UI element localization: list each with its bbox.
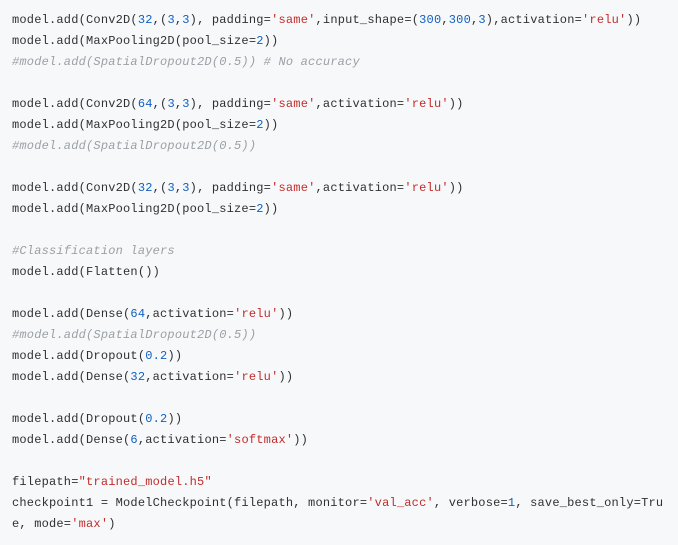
- code-token: 64: [130, 307, 145, 321]
- code-line: model.add(MaxPooling2D(pool_size=2)): [12, 202, 278, 216]
- code-token: )): [293, 433, 308, 447]
- code-block: model.add(Conv2D(32,(3,3), padding='same…: [12, 10, 666, 535]
- code-token: filepath=: [12, 475, 79, 489]
- code-token: model.add(Conv2D(: [12, 181, 138, 195]
- code-line: model.add(MaxPooling2D(pool_size=2)): [12, 34, 278, 48]
- code-token: 32: [138, 181, 153, 195]
- code-token: )): [626, 13, 641, 27]
- code-line: model.add(MaxPooling2D(pool_size=2)): [12, 118, 278, 132]
- code-line: model.add(Dense(6,activation='softmax')): [12, 433, 308, 447]
- code-token: 'relu': [582, 13, 626, 27]
- code-line: model.add(Dense(64,activation='relu')): [12, 307, 293, 321]
- code-line: model.add(Flatten()): [12, 265, 160, 279]
- code-token: 'relu': [404, 97, 448, 111]
- code-token: ), padding=: [190, 13, 271, 27]
- code-line: model.add(Conv2D(32,(3,3), padding='same…: [12, 13, 641, 27]
- code-token: model.add(Dropout(: [12, 412, 145, 426]
- code-token: checkpoint1 = ModelCheckpoint(filepath, …: [12, 496, 367, 510]
- code-token: ): [108, 517, 115, 531]
- code-token: )): [264, 118, 279, 132]
- code-token: model.add(Dropout(: [12, 349, 145, 363]
- code-token: 0.2: [145, 412, 167, 426]
- code-token: 3: [167, 13, 174, 27]
- code-token: 300: [449, 13, 471, 27]
- code-token: #model.add(SpatialDropout2D(0.5)): [12, 328, 256, 342]
- code-token: ),activation=: [486, 13, 582, 27]
- code-token: )): [167, 349, 182, 363]
- code-token: )): [278, 307, 293, 321]
- code-token: ,(: [153, 13, 168, 27]
- code-token: 2: [256, 34, 263, 48]
- code-token: )): [449, 97, 464, 111]
- code-token: 2: [256, 118, 263, 132]
- code-token: 'relu': [234, 370, 278, 384]
- code-token: ), padding=: [190, 181, 271, 195]
- code-token: model.add(MaxPooling2D(pool_size=: [12, 202, 256, 216]
- code-token: model.add(Dense(: [12, 307, 130, 321]
- code-token: "trained_model.h5": [79, 475, 212, 489]
- code-token: 'val_acc': [367, 496, 434, 510]
- code-line: model.add(Conv2D(64,(3,3), padding='same…: [12, 97, 464, 111]
- code-token: 0.2: [145, 349, 167, 363]
- code-token: #Classification layers: [12, 244, 175, 258]
- code-token: model.add(Dense(: [12, 433, 130, 447]
- code-token: 32: [138, 13, 153, 27]
- code-token: ,activation=: [316, 181, 405, 195]
- code-token: 'relu': [404, 181, 448, 195]
- code-line: #model.add(SpatialDropout2D(0.5)) # No a…: [12, 55, 360, 69]
- code-token: ,activation=: [145, 370, 234, 384]
- code-token: )): [264, 202, 279, 216]
- code-token: 3: [182, 97, 189, 111]
- code-token: 'max': [71, 517, 108, 531]
- code-line: model.add(Dropout(0.2)): [12, 349, 182, 363]
- code-token: 6: [130, 433, 137, 447]
- code-token: ,activation=: [316, 97, 405, 111]
- code-token: 3: [167, 97, 174, 111]
- code-line: checkpoint1 = ModelCheckpoint(filepath, …: [12, 496, 663, 531]
- code-line: #model.add(SpatialDropout2D(0.5)): [12, 139, 256, 153]
- code-token: #model.add(SpatialDropout2D(0.5)) # No a…: [12, 55, 360, 69]
- code-token: 2: [256, 202, 263, 216]
- code-line: model.add(Dense(32,activation='relu')): [12, 370, 293, 384]
- code-token: )): [264, 34, 279, 48]
- code-token: 3: [167, 181, 174, 195]
- code-token: model.add(Conv2D(: [12, 97, 138, 111]
- code-token: ), padding=: [190, 97, 271, 111]
- code-token: 'same': [271, 97, 315, 111]
- code-token: ,activation=: [138, 433, 227, 447]
- code-token: 'same': [271, 181, 315, 195]
- code-line: #model.add(SpatialDropout2D(0.5)): [12, 328, 256, 342]
- code-token: 300: [419, 13, 441, 27]
- code-token: 3: [182, 181, 189, 195]
- code-token: model.add(MaxPooling2D(pool_size=: [12, 118, 256, 132]
- code-line: filepath="trained_model.h5": [12, 475, 212, 489]
- code-token: )): [449, 181, 464, 195]
- code-token: )): [278, 370, 293, 384]
- code-token: model.add(Flatten()): [12, 265, 160, 279]
- code-token: )): [167, 412, 182, 426]
- code-token: 'softmax': [227, 433, 294, 447]
- code-token: 64: [138, 97, 153, 111]
- code-token: model.add(MaxPooling2D(pool_size=: [12, 34, 256, 48]
- code-token: 3: [478, 13, 485, 27]
- code-line: model.add(Dropout(0.2)): [12, 412, 182, 426]
- code-token: ,(: [153, 181, 168, 195]
- code-token: model.add(Conv2D(: [12, 13, 138, 27]
- code-token: 'same': [271, 13, 315, 27]
- code-token: 'relu': [234, 307, 278, 321]
- code-line: #Classification layers: [12, 244, 175, 258]
- code-token: model.add(Dense(: [12, 370, 130, 384]
- code-token: ,input_shape=(: [316, 13, 420, 27]
- code-token: , verbose=: [434, 496, 508, 510]
- code-token: #model.add(SpatialDropout2D(0.5)): [12, 139, 256, 153]
- code-token: ,: [441, 13, 448, 27]
- code-token: 3: [182, 13, 189, 27]
- code-token: ,(: [153, 97, 168, 111]
- code-token: ,activation=: [145, 307, 234, 321]
- code-line: model.add(Conv2D(32,(3,3), padding='same…: [12, 181, 464, 195]
- code-token: 32: [130, 370, 145, 384]
